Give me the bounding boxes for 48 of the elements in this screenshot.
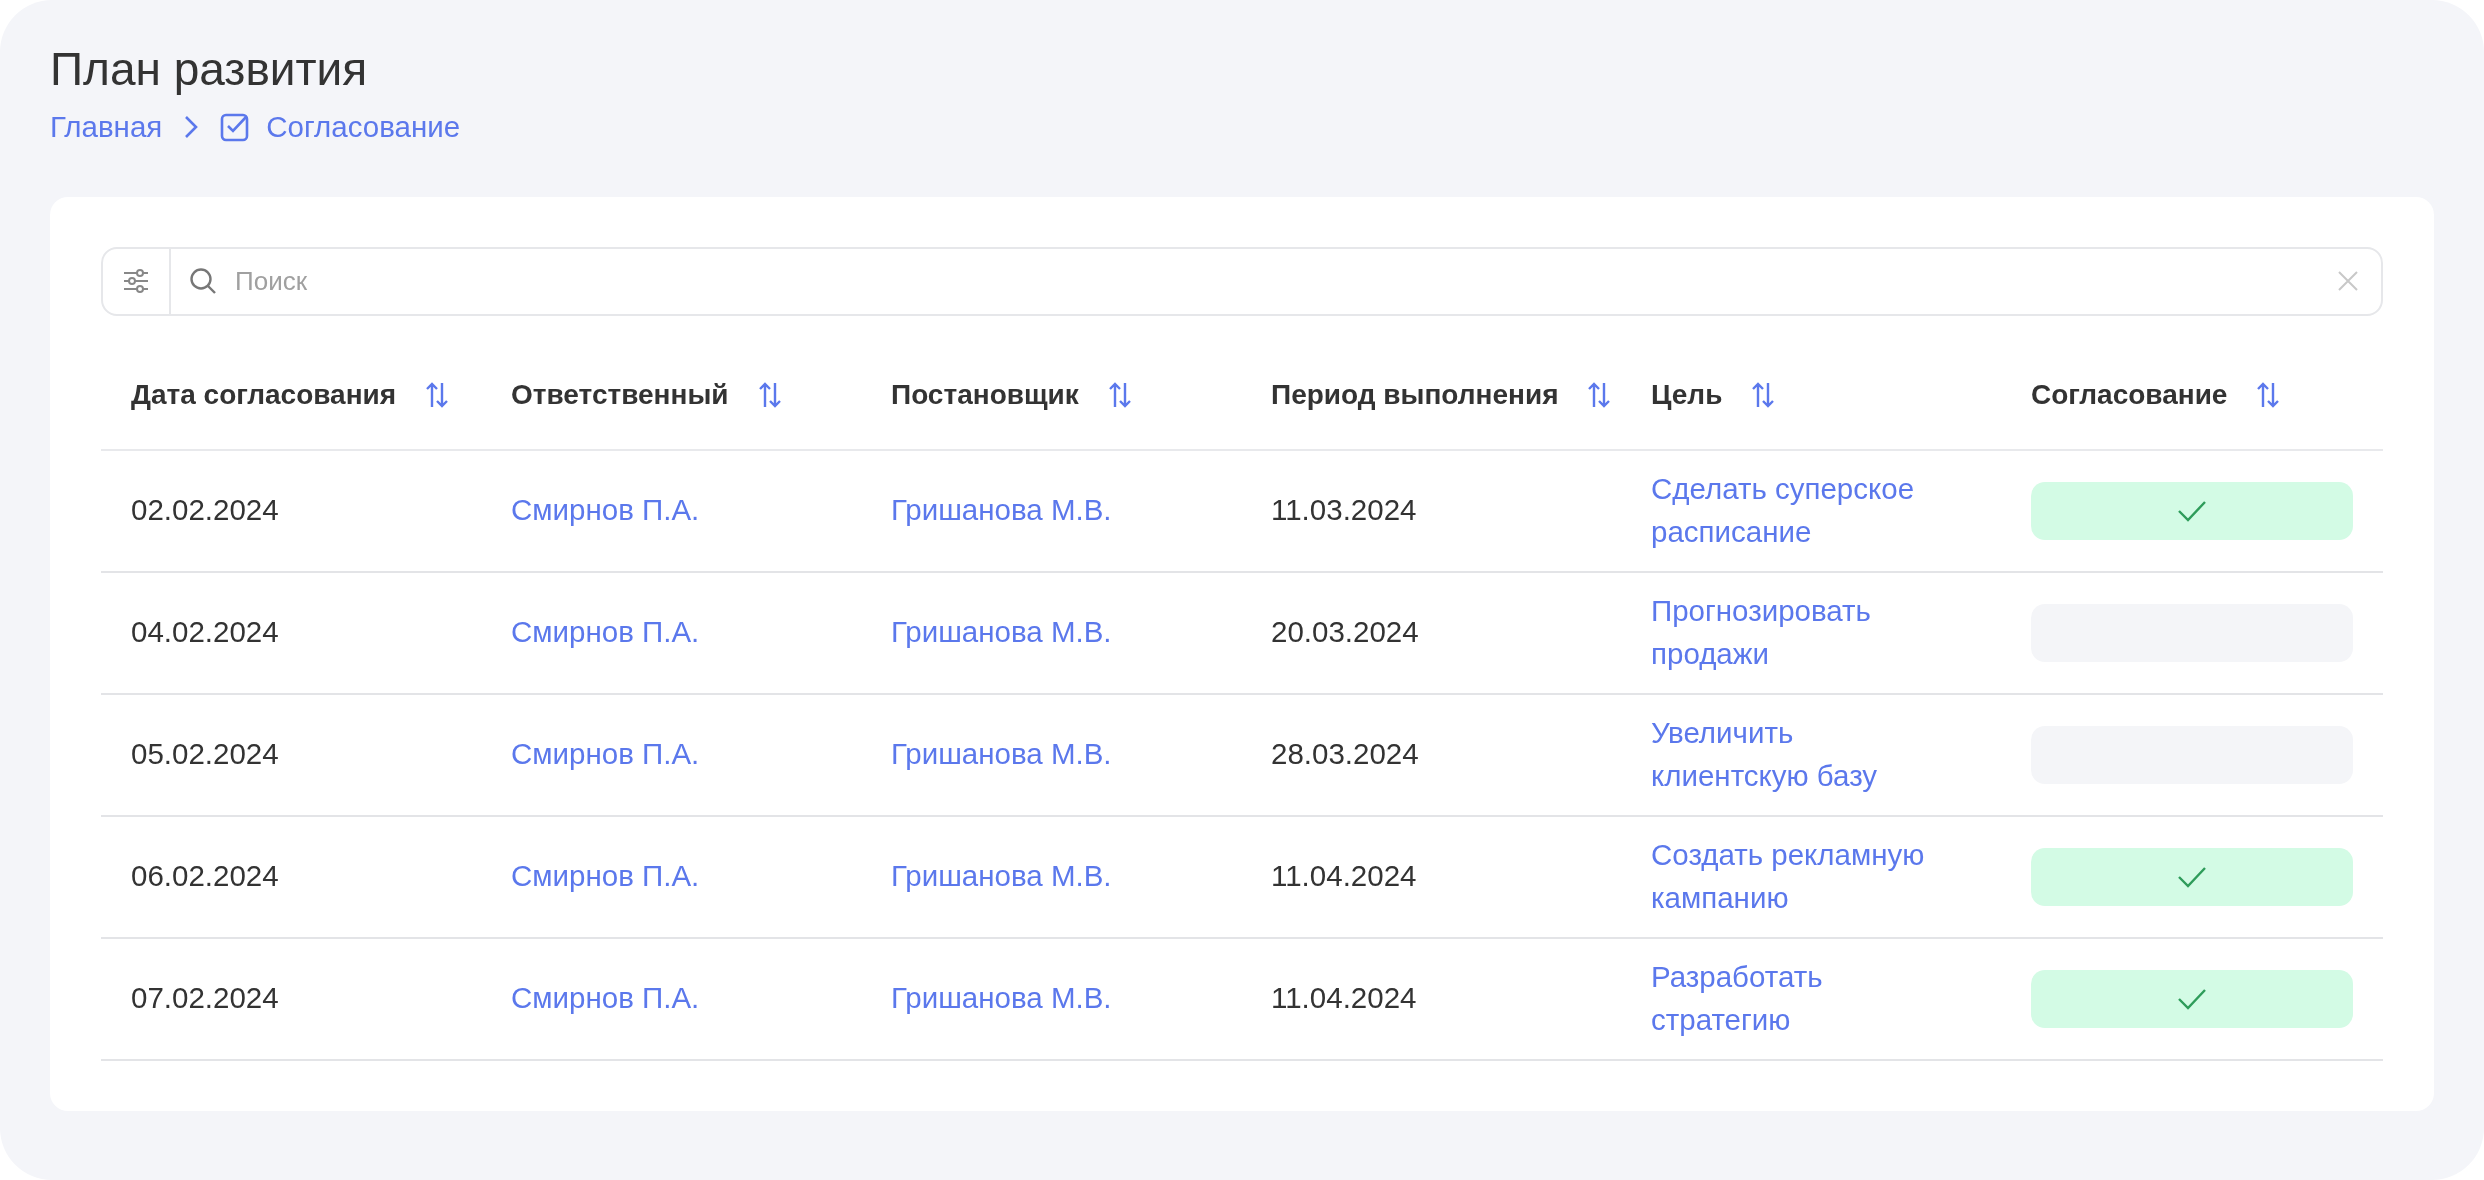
chevron-icon [184, 114, 199, 139]
breadcrumb-current: Согласование [266, 108, 461, 145]
check-icon [2177, 987, 2207, 1010]
sort-icon[interactable] [2257, 382, 2280, 409]
page-title: План развития [50, 44, 369, 95]
person-link[interactable]: Смирнов П.А. [511, 615, 700, 649]
goal-link[interactable]: Создать рекламную кампанию [1651, 834, 1941, 920]
person-link[interactable]: Гришанова М.В. [891, 859, 1112, 893]
person-link[interactable]: Гришанова М.В. [891, 737, 1112, 771]
sort-icon[interactable] [1588, 382, 1611, 409]
date-text: 02.02.2024 [131, 493, 279, 527]
column-header[interactable]: Ответственный [511, 374, 729, 417]
date-text: 04.02.2024 [131, 615, 279, 649]
column-header[interactable]: Период выполнения [1271, 374, 1559, 417]
check-icon [2177, 865, 2207, 888]
person-link[interactable]: Смирнов П.А. [511, 859, 700, 893]
check-icon [2177, 499, 2207, 522]
person-link[interactable]: Гришанова М.В. [891, 981, 1112, 1015]
person-link[interactable]: Смирнов П.А. [511, 981, 700, 1015]
person-link[interactable]: Гришанова М.В. [891, 615, 1112, 649]
goal-link[interactable]: Прогнозировать продажи [1651, 590, 1941, 676]
date-text: 05.02.2024 [131, 737, 279, 771]
date-text: 11.04.2024 [1271, 981, 1417, 1015]
date-text: 20.03.2024 [1271, 615, 1419, 649]
sort-icon[interactable] [1752, 382, 1775, 409]
column-header[interactable]: Согласование [2031, 374, 2228, 417]
sort-icon[interactable] [1108, 382, 1131, 409]
goal-link[interactable]: Сделать суперское расписание [1651, 468, 1941, 554]
date-text: 07.02.2024 [131, 981, 279, 1015]
search-field[interactable]: Поиск [101, 246, 2383, 316]
person-link[interactable]: Смирнов П.А. [511, 493, 700, 527]
sliders-icon [123, 269, 149, 294]
sort-icon[interactable] [758, 382, 781, 409]
checkbox-icon [220, 111, 251, 142]
date-text: 11.04.2024 [1271, 859, 1417, 893]
goal-link[interactable]: Увеличить клиентскую базу [1651, 712, 1941, 798]
person-link[interactable]: Смирнов П.А. [511, 737, 700, 771]
breadcrumb-link[interactable]: Главная [50, 104, 163, 149]
date-text: 28.03.2024 [1271, 737, 1419, 771]
goal-link[interactable]: Разработать стратегию [1651, 956, 1941, 1042]
date-text: 11.03.2024 [1271, 493, 1417, 527]
column-header[interactable]: Цель [1651, 374, 1723, 417]
column-header[interactable]: Дата согласования [131, 374, 397, 417]
sort-icon[interactable] [426, 382, 449, 409]
date-text: 06.02.2024 [131, 859, 279, 893]
person-link[interactable]: Гришанова М.В. [891, 493, 1112, 527]
search-icon [189, 267, 217, 296]
column-header[interactable]: Постановщик [891, 374, 1079, 417]
